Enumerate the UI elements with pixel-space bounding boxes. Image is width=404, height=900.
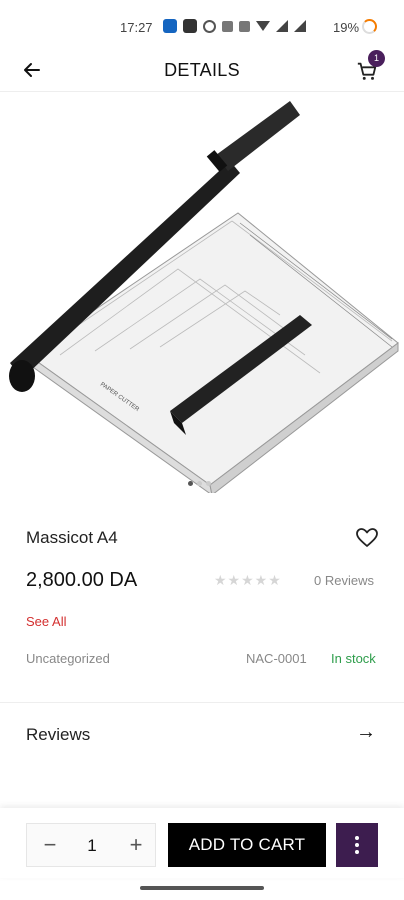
home-indicator[interactable] bbox=[140, 886, 264, 890]
reviews-count[interactable]: 0 Reviews bbox=[314, 573, 374, 588]
favorite-button[interactable] bbox=[355, 526, 379, 550]
battery-icon bbox=[362, 19, 377, 34]
purchase-bar: − 1 + ADD TO CART bbox=[0, 808, 404, 878]
quantity-stepper: − 1 + bbox=[26, 823, 156, 867]
signal-icon-2 bbox=[294, 20, 306, 32]
add-to-cart-button[interactable]: ADD TO CART bbox=[168, 823, 326, 867]
stock-status: In stock bbox=[331, 651, 376, 666]
battery-percent: 19% bbox=[333, 20, 360, 35]
page-title: DETAILS bbox=[164, 60, 240, 80]
nfc-icon bbox=[239, 20, 250, 32]
quantity-increase-button[interactable]: + bbox=[121, 824, 151, 868]
wifi-icon bbox=[256, 21, 270, 31]
more-vertical-icon bbox=[355, 836, 359, 840]
carousel-dot[interactable] bbox=[188, 481, 193, 486]
quantity-value[interactable]: 1 bbox=[79, 824, 105, 868]
status-icons bbox=[163, 19, 306, 33]
carousel-dot[interactable] bbox=[197, 481, 202, 486]
product-price: 2,800.00 DA bbox=[26, 569, 138, 591]
product-name: Massicot A4 bbox=[26, 528, 118, 547]
arrow-right-icon: → bbox=[356, 721, 376, 743]
more-options-button[interactable] bbox=[336, 823, 378, 867]
image-carousel-dots[interactable] bbox=[188, 481, 211, 486]
divider bbox=[0, 702, 404, 703]
more-vertical-icon-dot bbox=[355, 850, 359, 854]
carousel-dot[interactable] bbox=[206, 481, 211, 486]
status-bar: 17:27 19% bbox=[0, 0, 404, 50]
product-sku: NAC-0001 bbox=[246, 651, 307, 666]
quantity-decrease-button[interactable]: − bbox=[35, 824, 65, 868]
product-image[interactable]: PAPER CUTTER bbox=[0, 93, 404, 497]
messages-notification-icon bbox=[163, 19, 177, 33]
cast-icon bbox=[203, 19, 216, 33]
see-all-link[interactable]: See All bbox=[26, 614, 66, 629]
status-time: 17:27 bbox=[120, 20, 153, 35]
paper-cutter-illustration: PAPER CUTTER bbox=[9, 101, 399, 497]
signal-icon bbox=[276, 20, 288, 32]
video-notification-icon bbox=[183, 19, 197, 33]
more-vertical-icon-dot bbox=[355, 843, 359, 847]
mute-icon bbox=[222, 20, 233, 32]
reviews-section-row[interactable]: Reviews → bbox=[0, 712, 404, 756]
heart-icon bbox=[356, 528, 378, 547]
product-category[interactable]: Uncategorized bbox=[26, 651, 110, 666]
cart-count-badge: 1 bbox=[368, 50, 385, 67]
rating-stars: ★★★★★ bbox=[214, 572, 282, 588]
cart-button[interactable]: 1 bbox=[354, 50, 385, 84]
app-header: DETAILS 1 bbox=[0, 50, 404, 92]
reviews-section-label: Reviews bbox=[26, 725, 91, 744]
